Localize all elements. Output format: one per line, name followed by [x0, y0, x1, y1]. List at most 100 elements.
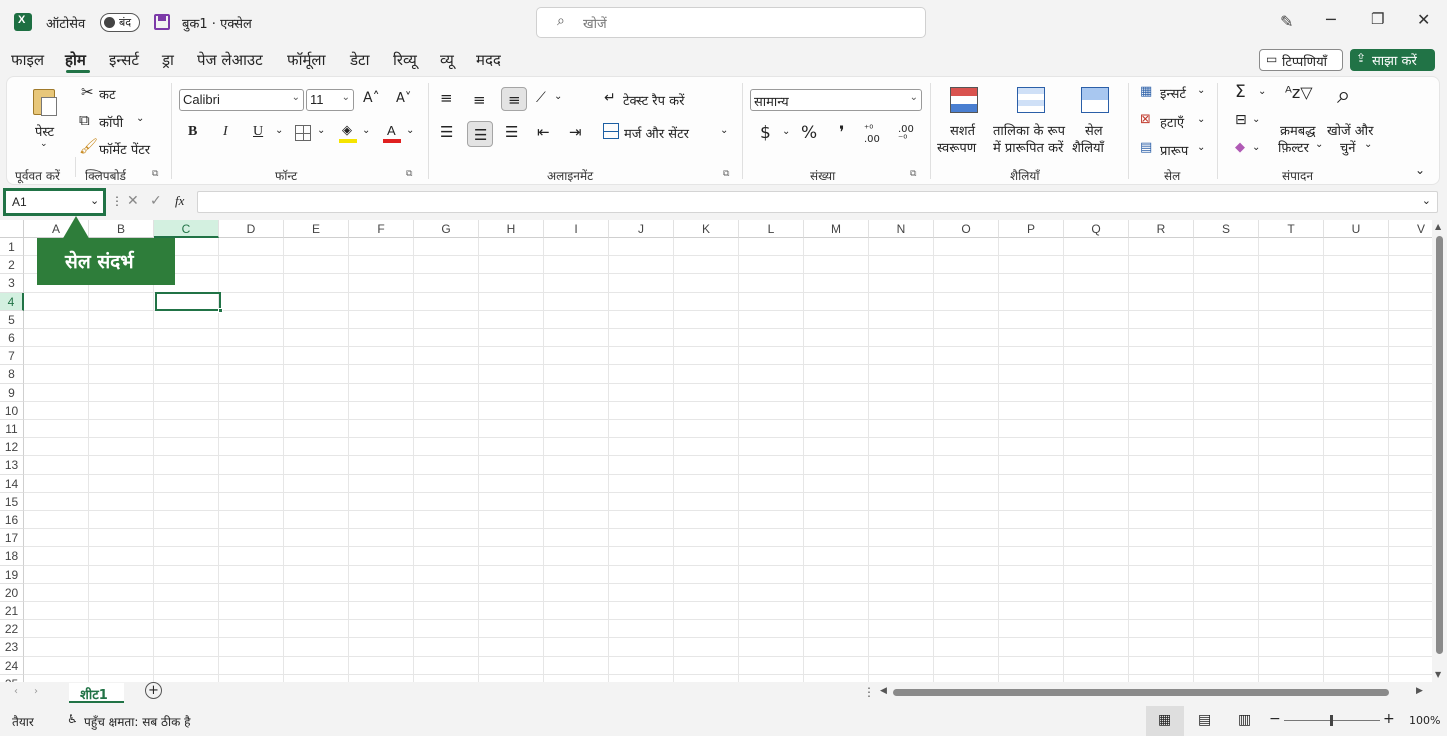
sort-filter-label-2[interactable]: फ़िल्टर [1278, 138, 1309, 156]
row-header[interactable]: 22 [0, 620, 24, 639]
number-format-combo[interactable]: सामान्य ⌄ [750, 89, 922, 111]
row-header[interactable]: 4 [0, 292, 24, 311]
row-header[interactable]: 14 [0, 474, 24, 493]
row-header[interactable]: 25 [0, 674, 24, 682]
close-icon[interactable]: ✕ [1417, 10, 1430, 29]
cut-icon[interactable]: ✂ [81, 83, 94, 101]
alignment-launcher-icon[interactable]: ⧉ [723, 169, 729, 179]
scroll-down-icon[interactable]: ▼ [1435, 670, 1441, 679]
cell-styles-label-2[interactable]: शैलियाँ [1072, 138, 1104, 156]
vertical-scrollbar[interactable]: ▲ ▼ [1432, 220, 1447, 682]
format-cells-icon[interactable]: ▤ [1140, 140, 1152, 155]
page-break-view-icon[interactable]: ▥ [1238, 712, 1251, 728]
tab-view[interactable]: व्यू [440, 50, 454, 70]
font-color-dropdown-icon[interactable]: ⌄ [406, 125, 414, 136]
select-all-corner[interactable] [0, 220, 24, 238]
fill-icon[interactable]: ⊟ [1235, 112, 1247, 128]
row-header[interactable]: 6 [0, 329, 24, 348]
column-header[interactable]: I [544, 220, 609, 238]
insert-function-icon[interactable]: fx [175, 193, 184, 209]
row-header[interactable]: 16 [0, 511, 24, 530]
tab-formulas[interactable]: फॉर्मूला [287, 50, 325, 70]
tab-page-layout[interactable]: पेज लेआउट [197, 50, 263, 70]
pen-icon[interactable]: ✎ [1280, 12, 1293, 31]
column-header[interactable]: H [479, 220, 544, 238]
row-header[interactable]: 10 [0, 401, 24, 420]
insert-dropdown-icon[interactable]: ⌄ [1197, 85, 1205, 96]
tab-file[interactable]: फाइल [11, 50, 44, 70]
comma-button[interactable]: ❜ [839, 123, 844, 143]
scroll-right-icon[interactable]: ▶ [1416, 686, 1423, 696]
column-header[interactable]: T [1259, 220, 1324, 238]
tab-home[interactable]: होम [65, 50, 86, 70]
insert-cells-label[interactable]: इन्सर्ट [1160, 84, 1186, 102]
format-as-table-label-2[interactable]: में प्रारूपित करें [993, 138, 1063, 156]
align-bottom-button[interactable]: ≡ [501, 87, 527, 111]
fill-dropdown-icon[interactable]: ⌄ [1252, 114, 1260, 125]
normal-view-button[interactable]: ▦ [1146, 706, 1184, 736]
format-as-table-label-1[interactable]: तालिका के रूप [993, 121, 1065, 139]
enter-icon[interactable]: ✓ [150, 193, 162, 209]
scroll-left-icon[interactable]: ◀ [880, 686, 887, 696]
column-header[interactable]: P [999, 220, 1064, 238]
find-select-icon[interactable]: ⌕ [1337, 81, 1350, 109]
column-header[interactable]: O [934, 220, 999, 238]
row-header[interactable]: 1 [0, 238, 24, 257]
cancel-icon[interactable]: ✕ [127, 193, 139, 209]
paste-dropdown-icon[interactable]: ⌄ [40, 139, 48, 149]
fill-handle[interactable] [218, 308, 223, 313]
row-header[interactable]: 24 [0, 656, 24, 675]
column-header[interactable]: B [89, 220, 154, 238]
delete-dropdown-icon[interactable]: ⌄ [1197, 114, 1205, 125]
find-select-dropdown-icon[interactable]: ⌄ [1364, 139, 1372, 150]
row-header[interactable]: 13 [0, 456, 24, 475]
borders-icon[interactable] [295, 125, 311, 141]
row-header[interactable]: 11 [0, 420, 24, 439]
zoom-slider[interactable] [1284, 715, 1380, 726]
decrease-decimal-icon[interactable]: .00 ⁻⁰ [898, 125, 914, 145]
currency-button[interactable]: $ [760, 123, 771, 143]
autosum-icon[interactable]: Σ [1235, 82, 1246, 102]
column-header[interactable]: D [219, 220, 284, 238]
delete-cells-icon[interactable]: ⊠ [1140, 112, 1151, 127]
save-icon[interactable] [154, 14, 170, 30]
format-painter-label[interactable]: फॉर्मेट पेंटर [99, 140, 150, 158]
clipboard-launcher-icon[interactable]: ⧉ [152, 169, 158, 179]
italic-button[interactable]: I [223, 124, 228, 140]
number-launcher-icon[interactable]: ⧉ [910, 169, 916, 179]
wrap-text-label[interactable]: टेक्स्ट रैप करें [623, 91, 684, 109]
column-header[interactable]: S [1194, 220, 1259, 238]
more-options-icon[interactable]: ⋮ [111, 194, 123, 208]
column-header[interactable]: V [1389, 220, 1432, 238]
tab-data[interactable]: डेटा [350, 50, 369, 70]
restore-icon[interactable]: ❐ [1371, 10, 1384, 28]
align-middle-icon[interactable]: ≡ [473, 91, 486, 109]
worksheet-grid[interactable]: ABCDEFGHIJKLMNOPQRSTUV 1 2 3 4 5 6 7 8 9 10 11 12 13… [0, 220, 1432, 682]
horizontal-scroll-thumb[interactable] [893, 689, 1389, 696]
orientation-icon[interactable]: ⟋ [536, 90, 546, 106]
align-center-button[interactable]: ☰ [467, 121, 493, 147]
align-top-icon[interactable]: ≡ [440, 89, 453, 107]
decrease-font-icon[interactable]: A˅ [396, 91, 411, 106]
column-header[interactable]: Q [1064, 220, 1129, 238]
prev-sheet-icon[interactable]: ‹ [14, 686, 18, 697]
find-select-label-1[interactable]: खोजें और [1327, 121, 1373, 139]
row-header[interactable]: 17 [0, 529, 24, 548]
row-header[interactable]: 2 [0, 256, 24, 275]
format-cells-label[interactable]: प्रारूप [1160, 141, 1188, 159]
font-family-combo[interactable]: Calibri ⌄ [179, 89, 304, 111]
tab-review[interactable]: रिव्यू [393, 50, 417, 70]
orientation-dropdown-icon[interactable]: ⌄ [554, 91, 562, 102]
column-header[interactable]: F [349, 220, 414, 238]
name-box[interactable]: A1 ⌄ [3, 188, 106, 216]
paste-icon[interactable] [31, 85, 59, 117]
collapse-ribbon-icon[interactable]: ⌄ [1415, 163, 1425, 177]
delete-cells-label[interactable]: हटाएँ [1160, 113, 1184, 131]
row-header[interactable]: 18 [0, 547, 24, 566]
currency-dropdown-icon[interactable]: ⌄ [782, 126, 790, 137]
zoom-slider-thumb[interactable] [1330, 715, 1333, 726]
row-header[interactable]: 3 [0, 274, 24, 293]
next-sheet-icon[interactable]: › [34, 686, 38, 697]
clear-dropdown-icon[interactable]: ⌄ [1252, 142, 1260, 153]
tab-insert[interactable]: इन्सर्ट [109, 50, 139, 70]
